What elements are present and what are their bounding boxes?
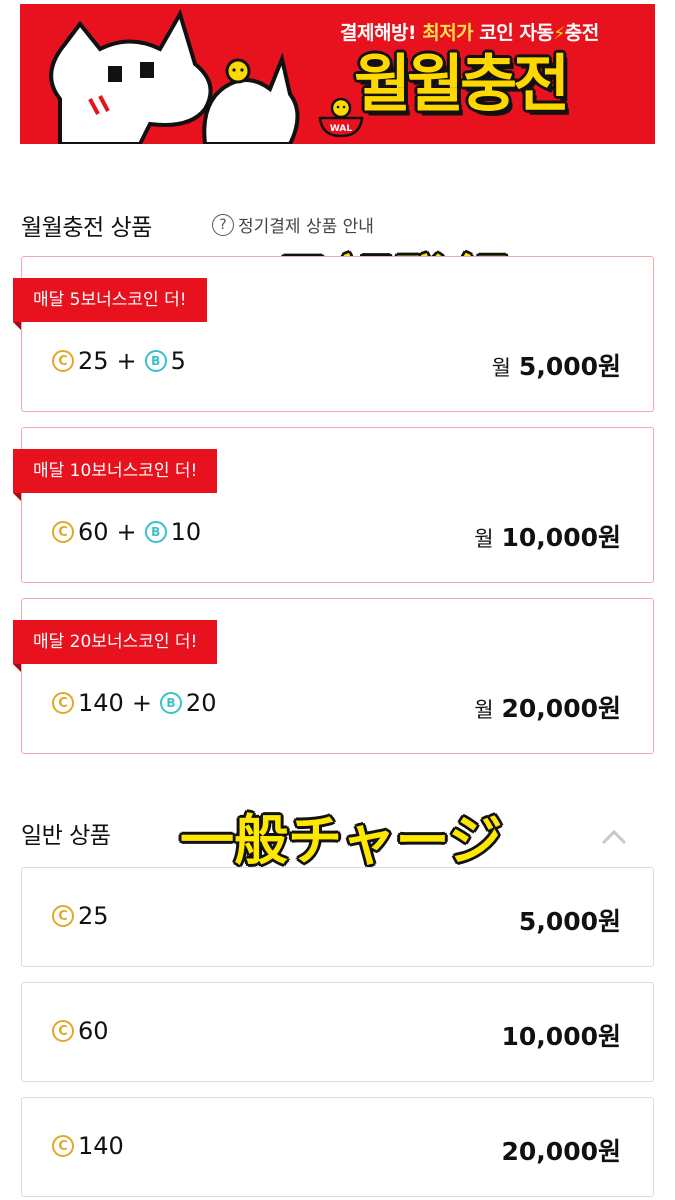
bonus-value: 10 (170, 518, 202, 546)
price-value: 5,000원 (518, 907, 621, 936)
lightning-icon: ⚡ (553, 24, 565, 44)
chevron-up-icon[interactable] (600, 824, 628, 852)
price: 월 20,000원 (474, 689, 621, 725)
bowl-icon: WAL (318, 97, 364, 138)
price: 20,000원 (502, 1132, 621, 1168)
plus-sign: + (116, 518, 137, 546)
plus-sign: + (131, 689, 152, 717)
month-label: 월 (491, 356, 511, 380)
coin-amount: C 60 (52, 1017, 109, 1045)
general-product-card[interactable]: C 140 20,000원 (21, 1097, 654, 1197)
coin-value: 140 (78, 1132, 124, 1160)
coin-icon: C (52, 1135, 74, 1157)
coin-value: 25 (78, 347, 109, 375)
coin-value: 25 (78, 902, 109, 930)
bonus-coin-icon: B (144, 350, 167, 372)
bonus-ribbon: 매달 5보너스코인 더! (13, 278, 207, 330)
coin-icon: C (52, 1020, 74, 1042)
general-title: 일반 상품 (21, 823, 111, 849)
tagline-highlight: 최저가 (422, 22, 474, 44)
coin-amount: C 25 + B 5 (52, 347, 186, 375)
price-value: 5,000원 (518, 352, 621, 381)
banner-tagline: 결제해방! 최저가 코인 자동⚡충전 (340, 18, 640, 45)
coin-value: 60 (78, 518, 109, 546)
mascot-illustration (49, 8, 300, 144)
bonus-value: 5 (170, 347, 186, 375)
subscription-title: 월월충전 상품 (21, 215, 152, 241)
question-circle-icon: ? (212, 213, 234, 236)
banner-logo: 월월충전 (354, 47, 570, 120)
coin-value: 60 (78, 1017, 109, 1045)
coin-icon: C (52, 521, 74, 543)
price: 10,000원 (502, 1017, 621, 1053)
price-value: 20,000원 (501, 1137, 621, 1166)
tagline-part1: 결제해방! (340, 22, 417, 44)
bonus-coin-icon: B (144, 521, 167, 543)
coin-amount: C 140 + B 20 (52, 689, 216, 717)
price: 5,000원 (519, 902, 621, 938)
month-label: 월 (474, 698, 494, 722)
tagline-part2: 코인 자동 (479, 22, 554, 44)
coin-amount: C 25 (52, 902, 109, 930)
price-value: 20,000원 (501, 694, 621, 723)
price: 월 10,000원 (474, 518, 621, 554)
price-value: 10,000원 (501, 1022, 621, 1051)
coin-value: 140 (78, 689, 124, 717)
subscription-card[interactable]: 매달 10보너스코인 더! C 60 + B 10 월 10,000원 (13, 427, 654, 583)
bowl-label: WAL (330, 124, 352, 134)
bonus-ribbon: 매달 20보너스코인 더! (13, 620, 218, 672)
coin-icon: C (52, 692, 74, 714)
bonus-coin-icon: B (159, 692, 182, 714)
bonus-ribbon: 매달 10보너스코인 더! (13, 449, 218, 501)
plus-sign: + (116, 347, 137, 375)
subscription-help-link[interactable]: ? 정기결제 상품 안내 (212, 212, 374, 237)
coin-amount: C 140 (52, 1132, 124, 1160)
bonus-value: 20 (185, 689, 217, 717)
promo-banner[interactable]: 결제해방! 최저가 코인 자동⚡충전 월월충전 WAL (20, 4, 655, 144)
coin-icon: C (52, 350, 74, 372)
coin-amount: C 60 + B 10 (52, 518, 201, 546)
tagline-part3: 충전 (564, 22, 599, 44)
coin-icon: C (52, 905, 74, 927)
general-product-card[interactable]: C 60 10,000원 (21, 982, 654, 1082)
price-value: 10,000원 (501, 523, 621, 552)
overlay-caption-general: 一般チャージ (180, 809, 503, 872)
price: 월 5,000원 (492, 347, 621, 383)
subscription-card[interactable]: 매달 20보너스코인 더! C 140 + B 20 월 20,000원 (13, 598, 654, 754)
subscription-card[interactable]: 매달 5보너스코인 더! C 25 + B 5 월 5,000원 (13, 256, 654, 412)
help-text: 정기결제 상품 안내 (238, 217, 374, 237)
month-label: 월 (474, 527, 494, 551)
general-product-card[interactable]: C 25 5,000원 (21, 867, 654, 967)
